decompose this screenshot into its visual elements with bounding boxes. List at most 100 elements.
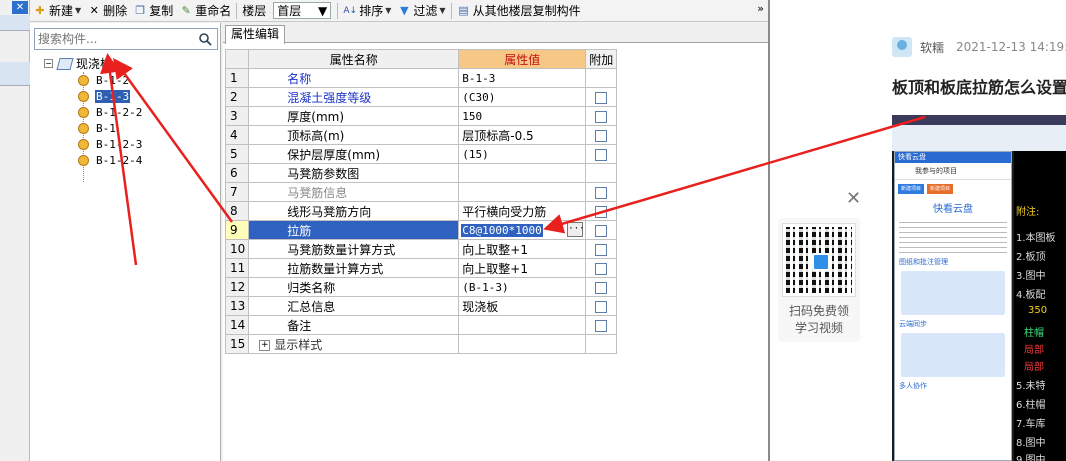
search-icon[interactable] bbox=[195, 29, 215, 49]
property-name[interactable]: 混凝土强度等级 bbox=[248, 87, 460, 107]
property-name[interactable]: 备注 bbox=[248, 315, 460, 335]
property-name[interactable]: 马凳筋信息 bbox=[248, 182, 460, 202]
property-name[interactable]: 名称 bbox=[248, 68, 460, 88]
table-row[interactable]: 2 混凝土强度等级 (C30) bbox=[224, 87, 618, 107]
property-value[interactable]: 层顶标高-0.5 bbox=[458, 125, 587, 145]
tree-item[interactable]: B-1-2-4 bbox=[78, 152, 143, 168]
expand-icon[interactable]: + bbox=[259, 339, 271, 351]
extra-checkbox[interactable] bbox=[595, 91, 608, 104]
tree-item-label: B-1-2-4 bbox=[96, 153, 143, 167]
table-row[interactable]: 15 + 显示样式 bbox=[224, 334, 618, 354]
extra-checkbox[interactable] bbox=[595, 224, 608, 237]
property-name[interactable]: 拉筋数量计算方式 bbox=[248, 258, 460, 278]
close-icon[interactable]: ✕ bbox=[846, 188, 861, 209]
property-value[interactable]: (15) bbox=[458, 144, 587, 164]
property-value[interactable]: (B-1-3) bbox=[458, 277, 587, 297]
extra-checkbox[interactable] bbox=[595, 148, 608, 161]
rename-icon: ✎ bbox=[181, 3, 191, 17]
col-number-header bbox=[224, 49, 250, 69]
filter-button[interactable]: ▼ 过滤 ▼ bbox=[394, 1, 448, 21]
author-name[interactable]: 软糯 bbox=[920, 39, 944, 56]
row-number: 7 bbox=[224, 182, 250, 202]
extra-checkbox[interactable] bbox=[595, 319, 608, 332]
avatar[interactable] bbox=[892, 37, 912, 57]
extra-checkbox[interactable] bbox=[595, 262, 608, 275]
property-value[interactable] bbox=[458, 163, 587, 183]
row-number: 3 bbox=[224, 106, 250, 126]
thumb-section: 图纸和批注管理 bbox=[899, 258, 948, 266]
qr-promo-card[interactable]: 扫码免费领 学习视频 bbox=[778, 218, 860, 342]
property-value[interactable]: 平行横向受力筋 bbox=[458, 201, 587, 221]
search-input[interactable] bbox=[35, 29, 195, 49]
extra-cell bbox=[585, 239, 618, 259]
copy-from-floor-button[interactable]: ▤ 从其他楼层复制构件 bbox=[454, 1, 584, 21]
property-name[interactable]: 马凳筋数量计算方式 bbox=[248, 239, 460, 259]
ellipsis-button[interactable]: ··· bbox=[567, 222, 585, 237]
tree-item-selected[interactable]: B-1-3 bbox=[78, 88, 131, 104]
extra-checkbox[interactable] bbox=[595, 205, 608, 218]
sort-icon: A↓ bbox=[343, 5, 358, 16]
table-row[interactable]: 1 名称 B-1-3 bbox=[224, 68, 618, 88]
copy-icon: ❐ bbox=[135, 3, 146, 17]
table-row[interactable]: 10 马凳筋数量计算方式 向上取整+1 bbox=[224, 239, 618, 259]
toolbar-overflow-button[interactable]: » bbox=[757, 2, 764, 15]
property-value-editing[interactable]: C8@1000*1000 ··· bbox=[458, 220, 587, 240]
property-value[interactable]: 向上取整+1 bbox=[458, 239, 587, 259]
tree-item[interactable]: B-1-2 bbox=[78, 72, 130, 88]
copy-button[interactable]: ❐ 复制 bbox=[130, 1, 176, 21]
table-row[interactable]: 7 马凳筋信息 bbox=[224, 182, 618, 202]
extra-checkbox[interactable] bbox=[595, 300, 608, 313]
close-icon[interactable]: ✕ bbox=[12, 1, 28, 14]
table-row[interactable]: 6 马凳筋参数图 bbox=[224, 163, 618, 183]
rename-button[interactable]: ✎ 重命名 bbox=[176, 1, 234, 21]
table-row[interactable]: 14 备注 bbox=[224, 315, 618, 335]
property-name[interactable]: 汇总信息 bbox=[248, 296, 460, 316]
property-name[interactable]: 线形马凳筋方向 bbox=[248, 201, 460, 221]
row-number: 6 bbox=[224, 163, 250, 183]
property-value[interactable]: 向上取整+1 bbox=[458, 258, 587, 278]
toolbar: ✚ 新建 ▼ ✕ 删除 ❐ 复制 ✎ 重命名 楼层 首层 ▼ A↓ 排序 ▼ ▼ 过滤 ▼ ▤ 从其他… bbox=[30, 0, 768, 22]
delete-button[interactable]: ✕ 删除 bbox=[84, 1, 130, 21]
property-name[interactable]: 拉筋 bbox=[248, 220, 460, 240]
tree-item[interactable]: B-1-2-2 bbox=[78, 104, 143, 120]
row-number: 11 bbox=[224, 258, 250, 278]
property-value[interactable]: 现浇板 bbox=[458, 296, 587, 316]
new-button[interactable]: ✚ 新建 ▼ bbox=[30, 1, 84, 21]
extra-checkbox[interactable] bbox=[595, 243, 608, 256]
property-group[interactable]: + 显示样式 bbox=[248, 334, 460, 354]
table-row[interactable]: 8 线形马凳筋方向 平行横向受力筋 bbox=[224, 201, 618, 221]
property-value[interactable] bbox=[458, 334, 587, 354]
post-time: 2021-12-13 14:19:5 bbox=[956, 40, 1066, 54]
table-row[interactable]: 13 汇总信息 现浇板 bbox=[224, 296, 618, 316]
property-name[interactable]: 归类名称 bbox=[248, 277, 460, 297]
floor-select[interactable]: 首层 ▼ bbox=[273, 2, 332, 19]
property-value[interactable]: B-1-3 bbox=[458, 68, 587, 88]
table-row[interactable]: 5 保护层厚度(mm) (15) bbox=[224, 144, 618, 164]
table-row[interactable]: 12 归类名称 (B-1-3) bbox=[224, 277, 618, 297]
property-value[interactable] bbox=[458, 182, 587, 202]
property-name[interactable]: 马凳筋参数图 bbox=[248, 163, 460, 183]
property-value[interactable]: 150 bbox=[458, 106, 587, 126]
table-row-selected[interactable]: 9 拉筋 C8@1000*1000 ··· bbox=[224, 220, 618, 240]
property-name[interactable]: 厚度(mm) bbox=[248, 106, 460, 126]
property-value[interactable] bbox=[458, 315, 587, 335]
extra-checkbox[interactable] bbox=[595, 186, 608, 199]
extra-checkbox[interactable] bbox=[595, 110, 608, 123]
thumb-section: 多人协作 bbox=[899, 382, 927, 390]
property-value-input[interactable]: C8@1000*1000 bbox=[461, 223, 543, 237]
property-name[interactable]: 保护层厚度(mm) bbox=[248, 144, 460, 164]
row-number: 13 bbox=[224, 296, 250, 316]
tree-root-node[interactable]: − 现浇板 bbox=[44, 55, 112, 72]
tree-item[interactable]: B-1 bbox=[78, 120, 117, 136]
tab-property-edit[interactable]: 属性编辑 bbox=[225, 25, 286, 44]
table-row[interactable]: 3 厚度(mm) 150 bbox=[224, 106, 618, 126]
table-row[interactable]: 11 拉筋数量计算方式 向上取整+1 bbox=[224, 258, 618, 278]
collapse-icon[interactable]: − bbox=[44, 59, 53, 68]
sort-button[interactable]: A↓ 排序 ▼ bbox=[340, 1, 394, 21]
tree-item[interactable]: B-1-2-3 bbox=[78, 136, 143, 152]
property-name[interactable]: 顶标高(m) bbox=[248, 125, 460, 145]
property-value[interactable]: (C30) bbox=[458, 87, 587, 107]
table-row[interactable]: 4 顶标高(m) 层顶标高-0.5 bbox=[224, 125, 618, 145]
extra-checkbox[interactable] bbox=[595, 129, 608, 142]
extra-checkbox[interactable] bbox=[595, 281, 608, 294]
